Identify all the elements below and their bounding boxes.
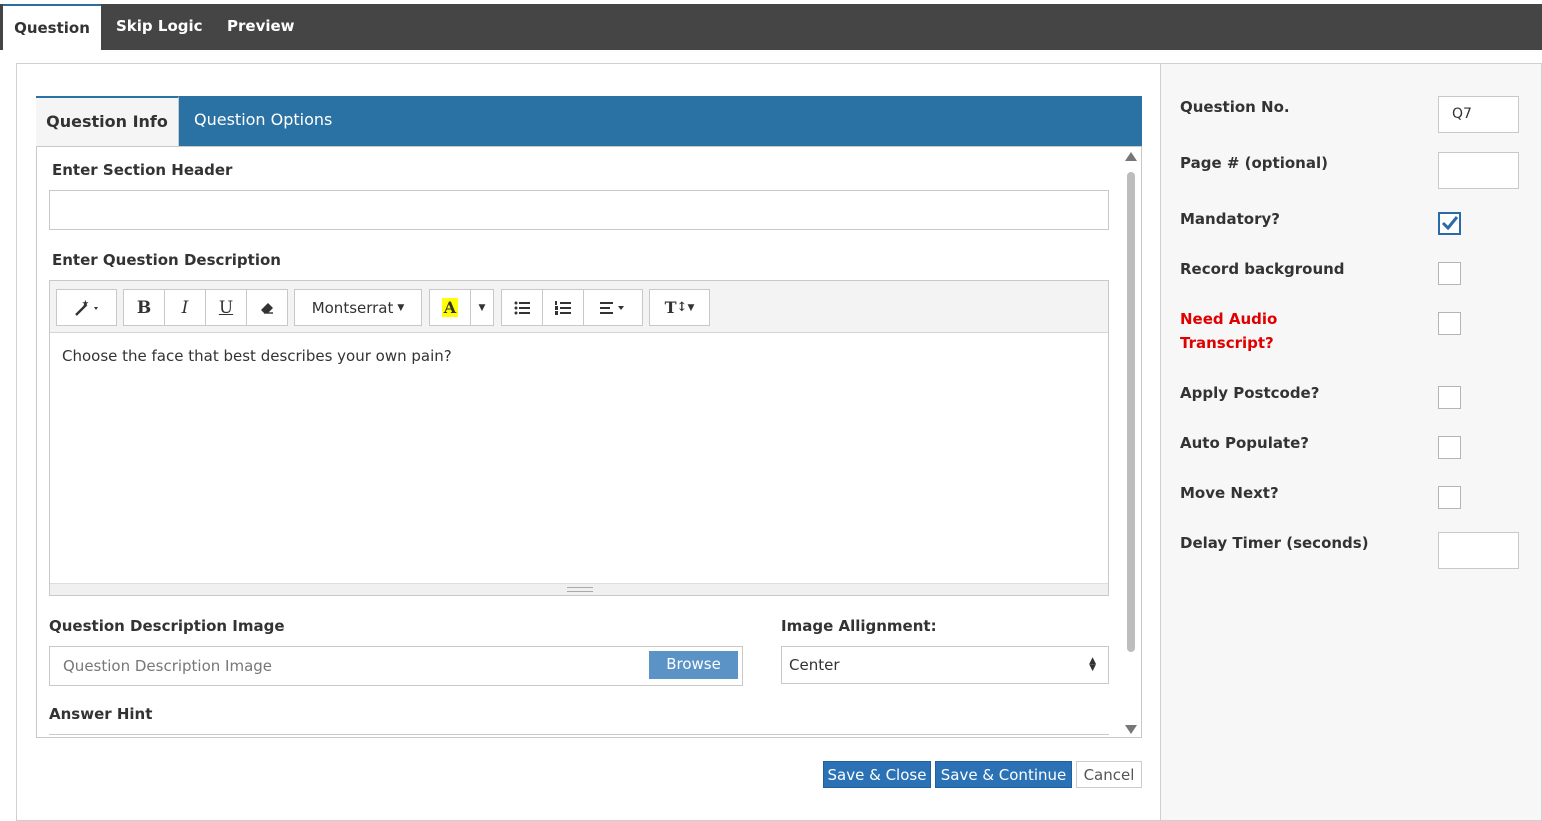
move-next-label: Move Next? [1180, 484, 1279, 502]
inner-tab-bar: Question Info Question Options [36, 96, 1142, 146]
unordered-list-icon[interactable] [501, 289, 543, 326]
description-image-placeholder: Question Description Image [63, 657, 273, 675]
question-description-label: Enter Question Description [52, 251, 281, 269]
page-number-input[interactable] [1438, 152, 1519, 189]
question-no-label: Question No. [1180, 98, 1290, 116]
page-number-label: Page # (optional) [1180, 154, 1328, 172]
answer-hint-label: Answer Hint [49, 705, 153, 723]
tab-skip-logic[interactable]: Skip Logic [116, 4, 203, 50]
highlight-color-icon[interactable]: A [429, 289, 471, 326]
question-no-input[interactable]: Q7 [1438, 96, 1519, 133]
italic-icon[interactable]: I [164, 289, 206, 326]
font-size-icon[interactable]: T ↕ ▼ [649, 289, 710, 326]
content-scrollbar[interactable] [1125, 152, 1137, 734]
record-background-label: Record background [1180, 260, 1345, 278]
move-next-checkbox[interactable] [1438, 486, 1461, 509]
apply-postcode-checkbox[interactable] [1438, 386, 1461, 409]
tab-question-info[interactable]: Question Info [36, 96, 179, 146]
ordered-list-icon[interactable] [542, 289, 584, 326]
apply-postcode-label: Apply Postcode? [1180, 384, 1320, 402]
top-tab-bar: Question Skip Logic Preview [0, 4, 1542, 50]
cancel-button[interactable]: Cancel [1076, 761, 1142, 788]
delay-timer-label: Delay Timer (seconds) [1180, 534, 1369, 552]
image-alignment-label: Image Allignment: [781, 617, 937, 635]
auto-populate-label: Auto Populate? [1180, 434, 1310, 452]
align-icon[interactable] [583, 289, 643, 326]
editor-toolbar: B I U Montserrat ▼ A ▼ T ↕ ▼ [50, 281, 1108, 333]
scroll-up-icon[interactable] [1125, 152, 1137, 161]
bold-icon[interactable]: B [123, 289, 165, 326]
auto-populate-checkbox[interactable] [1438, 436, 1461, 459]
save-close-button[interactable]: Save & Close [823, 761, 931, 788]
browse-button[interactable]: Browse [649, 651, 738, 679]
scroll-thumb[interactable] [1127, 172, 1135, 652]
grip-icon [567, 587, 593, 592]
tab-question-options[interactable]: Question Options [194, 96, 332, 146]
answer-hint-input[interactable] [49, 734, 1109, 737]
editor-resize-handle[interactable] [50, 583, 1108, 595]
select-arrows-icon: ▲ ▼ [1089, 656, 1096, 673]
mandatory-checkbox[interactable] [1438, 212, 1461, 235]
mandatory-label: Mandatory? [1180, 210, 1280, 228]
chevron-down-icon: ▼ [397, 302, 405, 313]
need-audio-transcript-checkbox[interactable] [1438, 312, 1461, 335]
rich-text-editor: B I U Montserrat ▼ A ▼ T ↕ ▼ Choose the fa… [49, 280, 1109, 596]
need-audio-transcript-label: Need Audio Transcript? [1180, 307, 1277, 355]
need-audio-line1: Need Audio [1180, 310, 1278, 328]
section-header-label: Enter Section Header [52, 161, 233, 179]
magic-wand-icon[interactable] [56, 289, 117, 326]
underline-icon[interactable]: U [205, 289, 247, 326]
description-image-label: Question Description Image [49, 617, 285, 635]
checkmark-icon [1441, 216, 1459, 231]
need-audio-line2: Transcript? [1180, 334, 1274, 352]
font-family-dropdown[interactable]: Montserrat ▼ [294, 289, 422, 326]
color-dropdown-caret[interactable]: ▼ [470, 289, 494, 326]
description-image-input[interactable]: Question Description Image [49, 646, 743, 686]
delay-timer-input[interactable] [1438, 532, 1519, 569]
image-alignment-select[interactable]: Center ▲ ▼ [781, 646, 1109, 684]
eraser-icon[interactable] [246, 289, 288, 326]
section-header-input[interactable] [49, 190, 1109, 230]
scroll-down-icon[interactable] [1125, 725, 1137, 734]
record-background-checkbox[interactable] [1438, 262, 1461, 285]
tab-preview[interactable]: Preview [227, 4, 295, 50]
editor-content[interactable]: Choose the face that best describes your… [62, 347, 452, 365]
font-family-value: Montserrat [311, 298, 394, 317]
image-alignment-value: Center [789, 656, 840, 674]
tab-question[interactable]: Question [3, 4, 101, 50]
save-continue-button[interactable]: Save & Continue [935, 761, 1072, 788]
